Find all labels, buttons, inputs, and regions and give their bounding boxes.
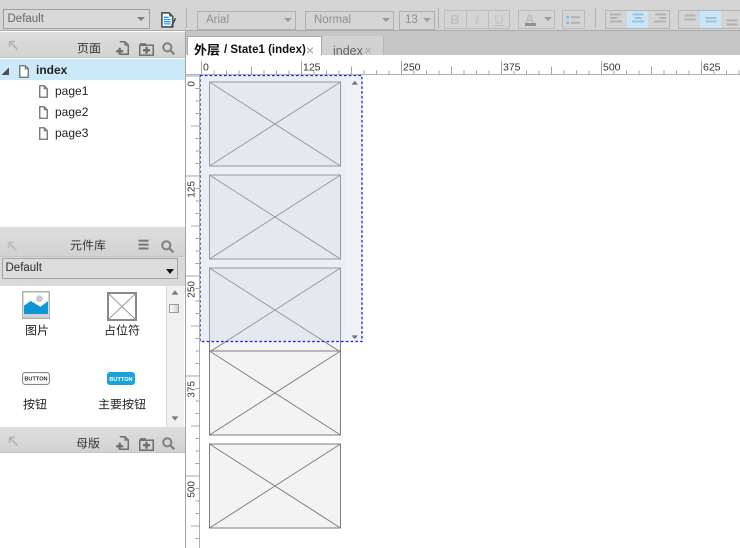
svg-text:500: 500	[187, 481, 198, 498]
svg-text:625: 625	[703, 62, 721, 74]
svg-text:500: 500	[603, 62, 621, 74]
svg-text:250: 250	[403, 62, 421, 74]
svg-text:125: 125	[303, 62, 321, 74]
svg-text:0: 0	[203, 62, 209, 74]
svg-text:250: 250	[187, 281, 198, 298]
svg-text:375: 375	[187, 381, 198, 398]
svg-text:125: 125	[187, 181, 198, 198]
svg-text:BUTTON: BUTTON	[109, 377, 132, 383]
svg-text:375: 375	[503, 62, 521, 74]
svg-text:0: 0	[187, 81, 198, 87]
svg-text:BUTTON: BUTTON	[24, 377, 47, 383]
